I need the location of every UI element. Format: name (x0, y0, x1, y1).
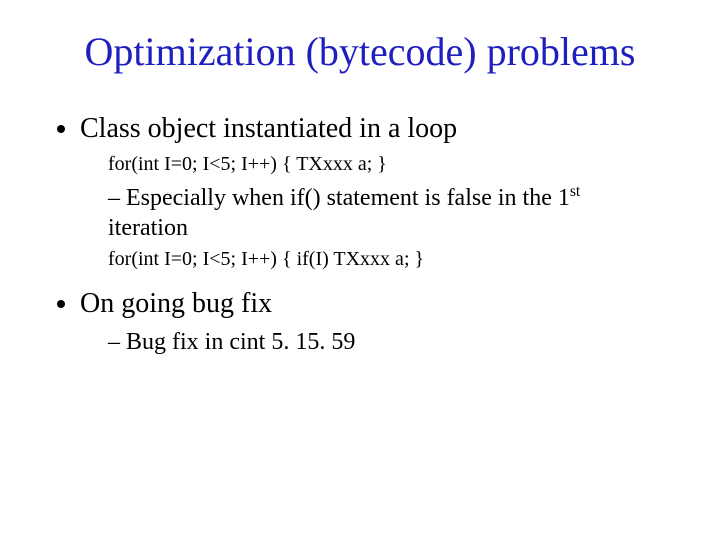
bullet-2-sublist: Bug fix in cint 5. 15. 59 (80, 327, 666, 357)
bullet-1-sub-1-sup: st (570, 183, 580, 200)
bullet-1-text: Class object instantiated in a loop (80, 113, 457, 144)
bullet-1-code-2: for(int I=0; I<5; I++) { if(I) TXxxx a; … (108, 247, 666, 272)
bullet-list: Class object instantiated in a loop for(… (54, 111, 666, 357)
bullet-1-sub-1-suffix: iteration (108, 215, 188, 241)
bullet-2: On going bug fix Bug fix in cint 5. 15. … (80, 286, 666, 357)
bullet-1-code-1: for(int I=0; I<5; I++) { TXxxx a; } (108, 152, 666, 177)
bullet-2-text: On going bug fix (80, 288, 272, 319)
slide-title: Optimization (bytecode) problems (54, 28, 666, 75)
bullet-1-sub-1-prefix: Especially when if() statement is false … (126, 185, 570, 211)
bullet-1: Class object instantiated in a loop for(… (80, 111, 666, 272)
bullet-2-sub-1: Bug fix in cint 5. 15. 59 (108, 327, 666, 357)
slide: Optimization (bytecode) problems Class o… (0, 0, 720, 540)
bullet-1-sub-1: Especially when if() statement is false … (108, 183, 666, 243)
bullet-1-sublist: for(int I=0; I<5; I++) { TXxxx a; } Espe… (80, 152, 666, 272)
